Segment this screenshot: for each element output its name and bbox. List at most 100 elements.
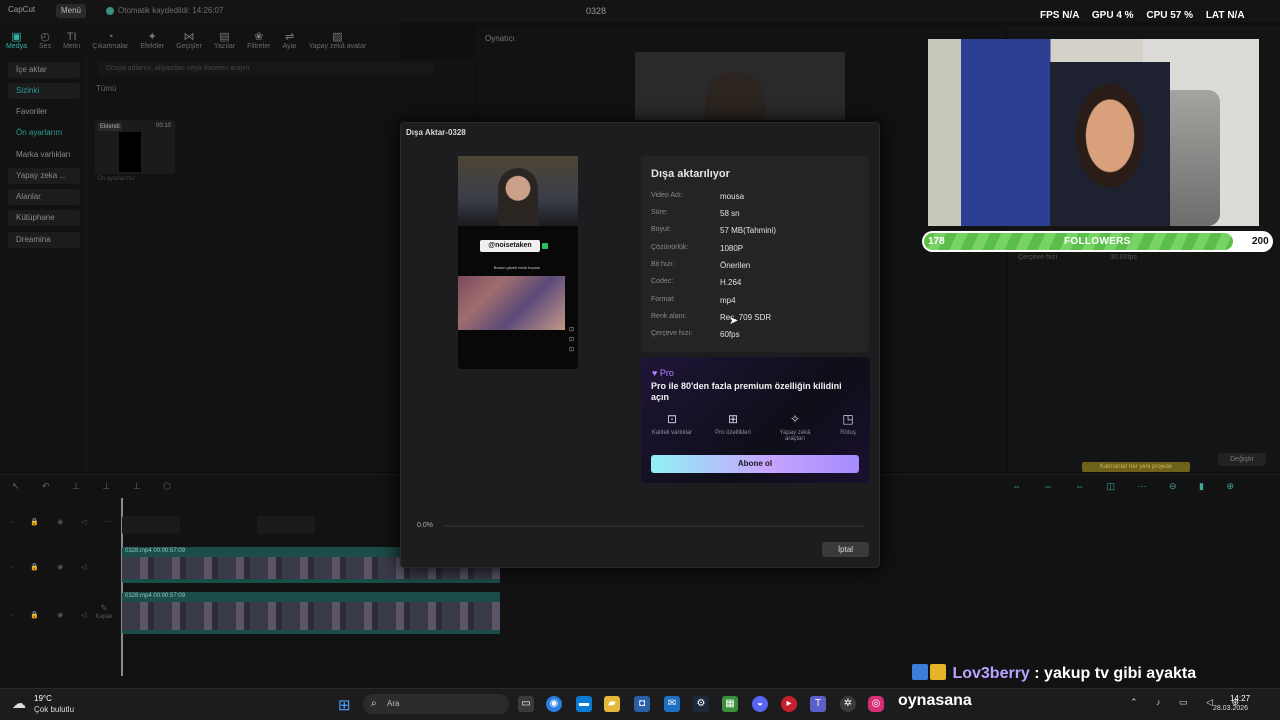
windows-start-icon[interactable]: ⊞	[338, 696, 351, 714]
tool-media[interactable]: ▣ Medya	[0, 22, 33, 58]
info-value: 1080P	[720, 244, 744, 253]
preview-face	[498, 168, 538, 226]
retouch-icon: ◳	[842, 412, 854, 426]
menu-button[interactable]: Menü	[56, 4, 86, 18]
mail-icon[interactable]: ✉	[664, 696, 680, 712]
tool-ai-avatar[interactable]: ▧ Yapay zekâ avatar	[303, 22, 372, 58]
preview-side-icons: ⊡ ⊡ ⊡	[569, 327, 575, 353]
folder-icon[interactable]: ▰	[604, 696, 620, 712]
clock-time: 14:27	[1230, 694, 1251, 703]
media-icon: ▣	[11, 30, 22, 43]
search-icon: ⌕	[371, 698, 377, 709]
followers-current: 178	[928, 236, 945, 247]
tool-label: Yapay zekâ avatar	[308, 42, 367, 50]
chat-username: Lov3berry	[952, 665, 1030, 682]
tool-label: Metin	[63, 42, 81, 50]
followers-label: FOLLOWERS	[1064, 236, 1131, 247]
sidebar-item-brand[interactable]: Marka varlıkları	[8, 147, 80, 163]
clock-date: 28.03.2026	[1213, 705, 1249, 712]
sidebar-item-spaces[interactable]: Alanlar	[8, 189, 80, 205]
tool-effects[interactable]: ✦ Efektler	[134, 22, 170, 58]
instagram-icon[interactable]: ◎	[868, 696, 884, 712]
timeline-tools[interactable]: ↖ ↶ ⊥ ⊥ ⊥ ⬡	[12, 481, 181, 492]
media-thumbnail[interactable]: Eklendi 00:10	[95, 120, 175, 174]
progress-track	[444, 525, 864, 527]
thumb-duration: 00:10	[155, 123, 171, 129]
media-search-input[interactable]: Dosya adlarını, altyazıları veya ifadele…	[98, 62, 434, 76]
cover-button[interactable]: ✎ Kapak	[94, 603, 114, 620]
sidebar-item-presets[interactable]: Ön ayarlarım	[8, 125, 80, 141]
steam-icon[interactable]: ⚙	[693, 696, 709, 712]
sidebar-item-library[interactable]: Kütüphane	[8, 210, 80, 226]
pro-badge: ♥ Pro	[652, 368, 674, 378]
followers-goal: 200	[1252, 236, 1269, 247]
badge-icon	[912, 664, 928, 680]
cancel-button[interactable]: İptal	[822, 542, 869, 557]
sidebar-item-favorites[interactable]: Favoriler	[8, 104, 80, 120]
player-preview	[635, 52, 845, 120]
minecraft-icon[interactable]: ▦	[722, 696, 738, 712]
layers-tip: Katmanlar her yeni projede	[1082, 462, 1190, 472]
preview-crowd-image	[458, 276, 565, 330]
timeline-zoom-tools[interactable]: ⇔ ⇔ ⇔ ◫ ⋯ ⊖ ▮ ⊕	[1012, 481, 1244, 492]
pro-label: Pro	[659, 368, 674, 378]
app-logo: CapCut	[8, 5, 36, 14]
info-value: Önerilen	[720, 261, 751, 270]
weather-temp: 19°C	[34, 694, 52, 703]
teams-icon[interactable]: T	[810, 696, 826, 712]
autosave-text: Otomatik kaydedildi: 14:26:07	[118, 6, 224, 15]
taskbar-search[interactable]: ⌕ Ara	[363, 694, 509, 714]
settings-icon[interactable]: ✲	[840, 696, 856, 712]
discord-icon[interactable]: ◒	[752, 696, 768, 712]
tool-text[interactable]: TI Metin	[57, 22, 86, 58]
media-sidebar	[0, 58, 86, 472]
sidebar-item-ai[interactable]: Yapay zeka ...	[8, 168, 80, 184]
change-button[interactable]: Değiştir	[1218, 453, 1266, 466]
text-icon: TI	[66, 30, 77, 43]
store-icon[interactable]: ◘	[634, 696, 650, 712]
chrome-icon[interactable]: ◉	[546, 696, 562, 712]
text-clip[interactable]	[257, 516, 315, 534]
filter-all[interactable]: Tümü	[96, 84, 116, 93]
info-key: Renk alanı:	[651, 313, 687, 320]
track-controls[interactable]: ▫ 🔒 ◉ ◁ ⋯	[10, 518, 119, 526]
cloud-icon	[106, 6, 114, 15]
thumb-image	[119, 132, 141, 172]
tool-adjust[interactable]: ⇌ Ayar	[276, 22, 302, 58]
tool-label: Çıkartmalar	[92, 42, 129, 50]
monitor-icon[interactable]: ▬	[576, 696, 592, 712]
tool-filters[interactable]: ❀ Filtreler	[241, 22, 276, 58]
crown-icon	[930, 664, 946, 680]
track-controls[interactable]: ▫ 🔒 ◉ ◁	[10, 563, 95, 571]
preview-person	[705, 72, 765, 120]
project-title: 0328	[586, 6, 607, 16]
overlay-bottom-text: oynasana	[898, 692, 972, 709]
sidebar-item-import[interactable]: İçe aktar	[8, 62, 80, 78]
preview-webcam-image	[458, 156, 578, 226]
search-placeholder: Ara	[387, 699, 400, 708]
fps-value: 30.00fps	[1110, 254, 1137, 261]
media-player-icon[interactable]: ▸	[781, 696, 797, 712]
text-clip[interactable]	[122, 516, 180, 534]
weather-cloud-icon[interactable]: ☁	[12, 695, 26, 712]
video-clip[interactable]: 0328.mp4 00:00:57:09	[122, 592, 500, 634]
weather-desc: Çok bulutlu	[34, 705, 75, 714]
info-key: Format:	[651, 296, 676, 303]
edit-icon: ✎	[100, 603, 108, 613]
player-label: Oynatıcı	[485, 34, 515, 43]
tool-stickers[interactable]: ◔ Çıkartmalar	[86, 22, 134, 58]
sidebar-item-yours[interactable]: Sizinki	[8, 83, 80, 99]
track-controls[interactable]: ▫ 🔒 ◉ ◁	[10, 611, 95, 619]
media-toolbar: ▣ Medya ◴ Ses TI Metin ◔ Çıkartmalar ✦ Efektl…	[0, 22, 400, 58]
subscribe-button[interactable]: Abone ol	[651, 455, 859, 473]
info-key: Çerçeve hızı:	[651, 330, 693, 337]
adjust-icon: ⇌	[284, 30, 295, 43]
lat-value: N/A	[1227, 10, 1245, 21]
info-value: Rec. 709 SDR	[720, 313, 772, 322]
task-view-icon[interactable]: ▭	[518, 696, 534, 712]
tool-label: Efektler	[140, 42, 165, 50]
tool-transitions[interactable]: ⋈ Geçişler	[170, 22, 208, 58]
sidebar-item-dreamina[interactable]: Dreamina	[8, 232, 80, 248]
tool-captions[interactable]: ▤ Yazılar	[208, 22, 241, 58]
tool-audio[interactable]: ◴ Ses	[33, 22, 57, 58]
